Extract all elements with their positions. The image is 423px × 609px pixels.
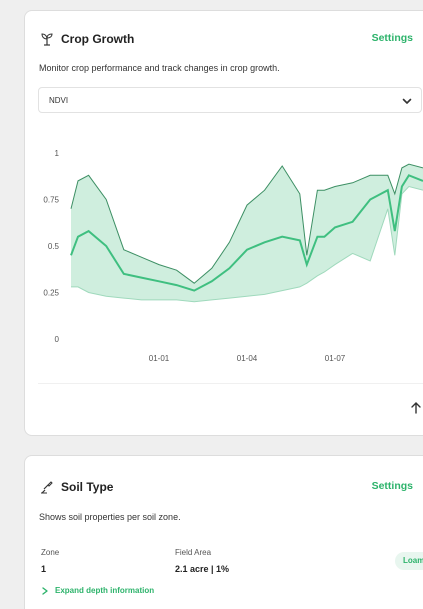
index-select-value: NDVI [49,96,69,105]
soil-type-title: Soil Type [61,480,114,494]
ndvi-chart: 0 0.25 0.5 0.75 1 01-01 01-04 01-07 [43,149,423,363]
chart-divider [38,383,423,384]
y-tick-label: 0.75 [43,196,59,205]
arrow-up-icon[interactable] [407,399,423,417]
chevron-right-icon [42,586,48,595]
y-tick-label: 0 [55,335,60,344]
soil-type-card: Soil Type Settings Shows soil properties… [24,455,423,609]
shovel-icon [41,481,53,494]
crop-growth-settings-link[interactable]: Settings [372,32,413,44]
crop-growth-description: Monitor crop performance and track chang… [39,63,280,73]
crop-growth-card: Crop Growth Settings Monitor crop perfor… [24,10,423,436]
x-tick-label: 01-07 [325,354,346,363]
expand-depth-link[interactable]: Expand depth information [41,586,154,595]
y-tick-label: 1 [55,149,60,158]
soil-type-badge: Loam [395,552,423,570]
range-band-area [71,164,423,302]
y-tick-label: 0.5 [48,242,60,251]
field-area-value: 2.1 acre | 1% [175,564,230,574]
crop-growth-title: Crop Growth [61,32,135,46]
chevron-down-icon [402,98,412,104]
x-tick-label: 01-01 [149,354,170,363]
soil-type-settings-link[interactable]: Settings [372,480,413,492]
zone-value: 1 [41,564,47,574]
expand-depth-label: Expand depth information [55,586,155,595]
x-tick-label: 01-04 [237,354,258,363]
crop-growth-header: Crop Growth Settings [39,31,423,49]
zone-label: Zone [41,548,60,557]
crop-growth-title-wrap: Crop Growth [39,31,134,47]
soil-type-title-wrap: Soil Type [39,479,113,495]
field-area-label: Field Area [175,548,212,557]
soil-type-header: Soil Type Settings [39,479,423,497]
sprout-icon [41,33,53,46]
index-select[interactable]: NDVI [38,87,422,113]
soil-type-description: Shows soil properties per soil zone. [39,512,181,522]
y-tick-label: 0.25 [43,289,59,298]
